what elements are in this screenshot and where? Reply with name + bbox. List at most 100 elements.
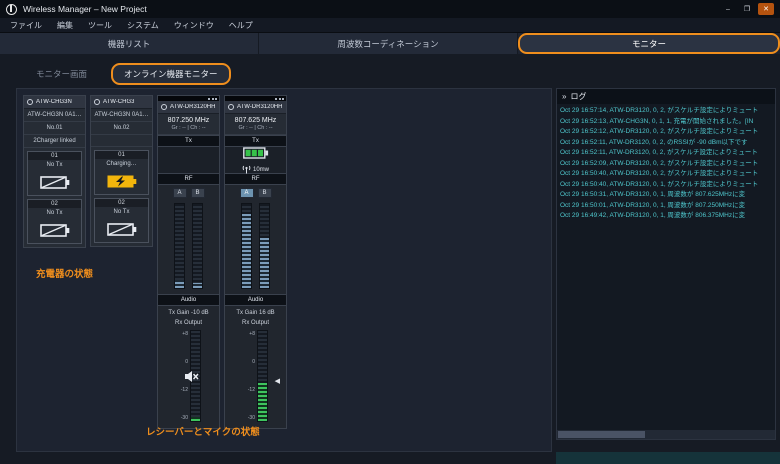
antenna-a-button[interactable]: A	[239, 188, 254, 198]
device-status-icon	[94, 99, 100, 105]
device-name: ATW-CHG3N	[36, 99, 72, 105]
frequency-display: 807.625 MHz	[234, 117, 277, 124]
log-entry: Oct 29 16:57:14, ATW-DR3120, 0, 2, がスケルチ…	[560, 107, 759, 114]
tab-frequency-coordination[interactable]: 周波数コーディネーション	[259, 33, 518, 54]
rf-meter-b	[192, 203, 203, 289]
menu-item-tools[interactable]: ツール	[88, 20, 112, 31]
maximize-button[interactable]: ❐	[739, 3, 755, 15]
rf-section-header: RF	[158, 173, 219, 185]
level-marker-icon[interactable]: ◀	[275, 378, 280, 385]
tx-gain-label: Tx Gain 16 dB	[236, 310, 275, 316]
annotation-charger-status: 充電器の状態	[36, 269, 94, 280]
tab-device-list[interactable]: 機器リスト	[0, 33, 259, 54]
tx-section-body: 10mw	[225, 146, 286, 174]
receiver-1-header[interactable]: ATW-DR3120HH1	[158, 101, 219, 114]
audio-meter	[257, 330, 268, 422]
tx-battery-icon	[242, 146, 269, 164]
device-panel-receiver-2: ATW-DR3120HH1 807.625 MHz Gr : -- | Ch :…	[224, 95, 287, 429]
charger-slot-2: 02 No Tx	[94, 198, 149, 243]
log-body: Oct 29 16:57:14, ATW-DR3120, 0, 2, がスケルチ…	[557, 104, 775, 430]
rf-meter-b	[259, 203, 270, 289]
device-status-icon	[161, 104, 167, 110]
menu-item-edit[interactable]: 編集	[57, 20, 73, 31]
antenna-b-button[interactable]: B	[257, 188, 272, 198]
minimize-button[interactable]: –	[720, 3, 736, 15]
close-button[interactable]: ✕	[758, 3, 774, 15]
rf-meter-a	[174, 203, 185, 289]
audio-meter-area: +8 0 -12 -30 ◀	[225, 330, 286, 422]
subtab-online-device-monitor[interactable]: オンライン機器モニター	[111, 63, 231, 85]
device-id: ATW-CHG3N 0A1…	[91, 109, 152, 122]
antenna-b-button[interactable]: B	[190, 188, 205, 198]
device-status-icon	[27, 99, 33, 105]
mute-icon[interactable]	[184, 370, 199, 388]
device-status-icon	[228, 104, 234, 110]
menu-item-window[interactable]: ウィンドウ	[174, 20, 214, 31]
device-panel-charger-1: ATW-CHG3N ATW-CHG3N 0A1… No.01 2Charger …	[23, 95, 86, 248]
rf-meter-a	[241, 203, 252, 289]
rx-output-label: Rx Output	[174, 320, 202, 326]
charger-slot-1: 01 No Tx	[27, 151, 82, 196]
log-entry: Oct 29 16:50:01, ATW-DR3120, 0, 1, 周波数が …	[560, 201, 746, 209]
rf-meters	[225, 201, 286, 294]
device-id: ATW-CHG3N 0A1…	[24, 109, 85, 122]
tx-power-label: 10mw	[252, 166, 269, 173]
log-entry: Oct 29 16:49:42, ATW-DR3120, 0, 1, 周波数が …	[560, 212, 746, 219]
log-entry: Oct 29 16:50:31, ATW-DR3120, 0, 1, 周波数が …	[560, 191, 746, 198]
slot-status: No Tx	[46, 210, 63, 216]
tab-monitor[interactable]: モニター	[518, 33, 780, 54]
log-entry: Oct 29 16:52:13, ATW-CHG3N, 0, 1, 1, 充電が…	[560, 117, 754, 125]
device-panel-charger-2: ATW-CHG3 ATW-CHG3N 0A1… No.02 01 Chargin…	[90, 95, 153, 247]
log-scrollbar-thumb[interactable]	[558, 431, 646, 438]
battery-empty-icon	[28, 169, 81, 195]
battery-empty-icon	[95, 216, 148, 242]
meter-scale: +8 0 -12 -30	[247, 331, 255, 421]
window-controls: – ❐ ✕	[720, 3, 774, 15]
tx-power-icon	[242, 165, 251, 174]
audio-section-body: Tx Gain 16 dB Rx Output +8 0 -12 -30 ◀	[225, 306, 286, 428]
charger-slot-1: 01 Charging…	[94, 150, 149, 195]
log-panel: » ログ Oct 29 16:57:14, ATW-DR3120, 0, 2, …	[556, 88, 776, 440]
audio-section-header: Audio	[158, 294, 219, 306]
group-channel-display: Gr : -- | Ch : --	[225, 125, 286, 135]
antenna-buttons: A B	[225, 185, 286, 201]
log-horizontal-scrollbar[interactable]	[557, 430, 775, 439]
slot-label: 02	[28, 200, 81, 208]
chevron-icon: »	[562, 92, 567, 101]
log-entry: Oct 29 16:52:12, ATW-DR3120, 0, 2, がスケルチ…	[560, 128, 759, 135]
charger-2-header[interactable]: ATW-CHG3	[91, 96, 152, 109]
menu-item-help[interactable]: ヘルプ	[229, 20, 253, 31]
tx-gain-label: Tx Gain -10 dB	[168, 310, 209, 316]
antenna-a-button[interactable]: A	[172, 188, 187, 198]
charger-slot-2: 02 No Tx	[27, 199, 82, 244]
tx-section-header: Tx	[158, 135, 219, 147]
device-number: No.01	[24, 122, 85, 135]
group-channel-display: Gr : -- | Ch : --	[158, 125, 219, 135]
battery-empty-icon	[28, 217, 81, 243]
log-header[interactable]: » ログ	[557, 89, 775, 104]
tx-power-row: 10mw	[242, 165, 269, 174]
log-entry: Oct 29 16:52:11, ATW-DR3120, 0, 2, のRSSI…	[560, 138, 748, 146]
charger-1-header[interactable]: ATW-CHG3N	[24, 96, 85, 109]
monitor-workspace: ATW-CHG3N ATW-CHG3N 0A1… No.01 2Charger …	[16, 88, 552, 452]
audio-section-header: Audio	[225, 294, 286, 306]
menu-item-file[interactable]: ファイル	[10, 20, 42, 31]
log-entry: Oct 29 16:52:11, ATW-DR3120, 0, 2, がスケルチ…	[560, 149, 758, 156]
menu-bar: ファイル 編集 ツール システム ウィンドウ ヘルプ	[0, 18, 780, 33]
slot-label: 01	[95, 151, 148, 159]
battery-charging-icon	[95, 168, 148, 194]
log-entry: Oct 29 16:52:09, ATW-DR3120, 0, 2, がスケルチ…	[560, 159, 759, 167]
slot-label: 02	[95, 199, 148, 207]
main-tab-bar: 機器リスト 周波数コーディネーション モニター	[0, 33, 780, 54]
log-title: ログ	[570, 92, 587, 101]
device-name: ATW-DR3120HH1	[170, 104, 216, 110]
device-number: No.02	[91, 122, 152, 135]
tx-section-body	[158, 147, 219, 173]
device-panel-receiver-1: ATW-DR3120HH1 807.250 MHz Gr : -- | Ch :…	[157, 95, 220, 429]
receiver-2-header[interactable]: ATW-DR3120HH1	[225, 101, 286, 114]
bottom-strip	[556, 452, 780, 464]
subtab-monitor-screen[interactable]: モニター画面	[28, 65, 95, 83]
charger-linked-status	[91, 135, 152, 147]
annotation-receiver-status: レシーバーとマイクの状態	[146, 427, 260, 438]
menu-item-system[interactable]: システム	[127, 20, 159, 31]
